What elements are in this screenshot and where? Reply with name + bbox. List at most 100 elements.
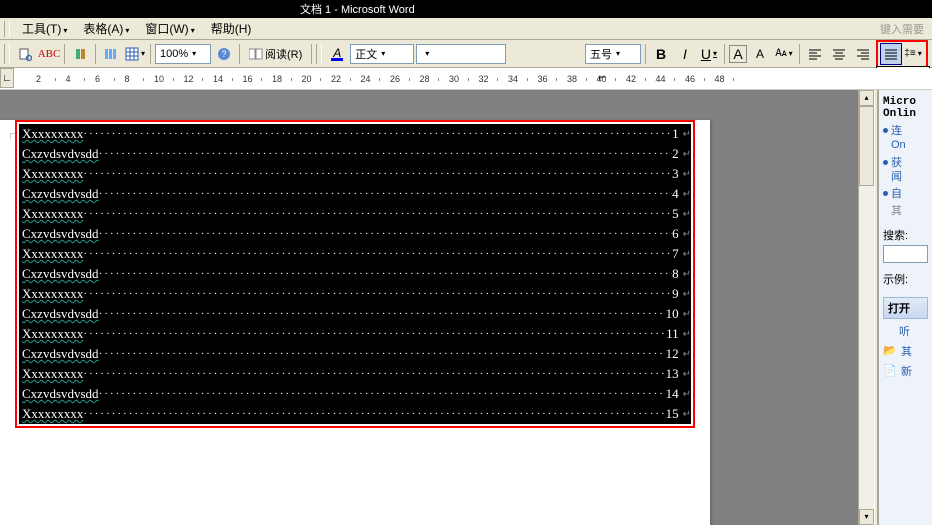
toc-entry-text: Xxxxxxxxx [22, 326, 83, 342]
ruler-number: 26 [390, 74, 400, 84]
toc-line[interactable]: Cxzvdsvdvsdd····························… [19, 224, 691, 244]
align-left-button[interactable] [804, 43, 826, 65]
toc-line[interactable]: Xxxxxxxxx·······························… [19, 364, 691, 384]
tp-open-item-3[interactable]: 新 [901, 363, 912, 379]
search-input[interactable] [883, 245, 928, 263]
tp-link-other[interactable]: 其 [891, 204, 902, 218]
zoom-combo[interactable]: 100%▾ [155, 44, 211, 64]
menu-table[interactable]: 表格(A)▾ [75, 18, 137, 39]
tp-link-connect[interactable]: 连On [891, 124, 906, 153]
ruler-number: 4 [66, 74, 71, 84]
new-doc-icon: 📄 [883, 364, 897, 378]
vertical-scrollbar[interactable]: ▴ ▾ [858, 90, 874, 525]
style-combo[interactable]: 正文▾ [350, 44, 414, 64]
document-area[interactable]: Xxxxxxxxx ·······························… [0, 90, 858, 525]
paragraph-mark-icon: ↵ [681, 309, 691, 320]
toc-page-number: 13 [666, 366, 681, 382]
scroll-up-button[interactable]: ▴ [859, 90, 874, 106]
toc-line[interactable]: Xxxxxxxxx·······························… [19, 244, 691, 264]
horizontal-ruler[interactable]: ∟ 24681012141618202224262830323436384042… [0, 68, 932, 90]
toc-line[interactable]: Cxzvdsvdvsdd····························… [19, 144, 691, 164]
ruler-number: 20 [302, 74, 312, 84]
toc-line[interactable]: Cxzvdsvdvsdd····························… [19, 304, 691, 324]
example-label: 示例: [883, 271, 928, 287]
toc-leader-dots: ········································… [99, 308, 666, 320]
char-shading-button[interactable]: A [749, 44, 771, 64]
italic-button[interactable]: I [674, 43, 696, 65]
toc-entry-text: Cxzvdsvdvsdd [22, 386, 99, 402]
font-style-button[interactable]: A [326, 44, 348, 64]
read-button[interactable]: 阅读(R) [244, 43, 307, 65]
title-text: 文档 1 - Microsoft Word [300, 1, 415, 17]
char-scaling-button[interactable]: 🗛▾ [773, 43, 795, 65]
bullet-icon [883, 128, 888, 133]
size-combo[interactable]: 五号▾ [585, 44, 641, 64]
print-preview-button[interactable] [14, 43, 36, 65]
toc-leader-dots: ········································… [99, 148, 673, 160]
toc-leader-dots: ········································… [99, 388, 666, 400]
toc-line[interactable]: Xxxxxxxxx·······························… [19, 404, 691, 424]
char-border-button[interactable]: A [729, 45, 747, 63]
align-justify-distributed-button[interactable] [880, 43, 902, 65]
toc-leader-dots: ········································… [99, 188, 673, 200]
toc-line[interactable]: Xxxxxxxxx·······························… [19, 164, 691, 184]
scroll-down-button[interactable]: ▾ [859, 509, 874, 525]
columns-button[interactable] [100, 43, 122, 65]
tp-open-item-1[interactable]: 听 [899, 323, 910, 339]
scroll-thumb[interactable] [859, 106, 874, 186]
toc-line[interactable]: Xxxxxxxxx·······························… [19, 324, 691, 344]
ruler-number: 24 [361, 74, 371, 84]
toc-line[interactable]: Cxzvdsvdvsdd····························… [19, 264, 691, 284]
toc-line[interactable]: Xxxxxxxxx·······························… [19, 284, 691, 304]
underline-button[interactable]: U▾ [698, 43, 720, 65]
toolbar-drag-handle[interactable] [4, 44, 10, 64]
ruler-number: 6 [95, 74, 100, 84]
help-button[interactable]: ? [213, 43, 235, 65]
align-right-button[interactable] [852, 43, 874, 65]
toc-line[interactable]: Cxzvdsvdvsdd····························… [19, 344, 691, 364]
paragraph-mark-icon: ↵ [681, 209, 691, 220]
toc-leader-dots: ········································… [99, 268, 673, 280]
line-spacing-button[interactable]: ‡≡▾ [902, 43, 924, 65]
toc-entry-text: Xxxxxxxxx [22, 406, 83, 422]
toc-entry-text: Cxzvdsvdvsdd [22, 186, 99, 202]
selection-highlight: Xxxxxxxxx ·······························… [15, 120, 695, 428]
bold-button[interactable]: B [650, 43, 672, 65]
tp-open-item-2[interactable]: 其 [901, 343, 912, 359]
tab-stop-marker[interactable]: ⌐ [599, 70, 606, 84]
menu-help[interactable]: 帮助(H) [203, 18, 260, 39]
ruler-number: 46 [685, 74, 695, 84]
toc-entry-text: Cxzvdsvdvsdd [22, 306, 99, 322]
menu-tools[interactable]: 工具(T)▾ [14, 18, 75, 39]
menu-window[interactable]: 窗口(W)▾ [137, 18, 202, 39]
paragraph-mark-icon: ↵ [681, 189, 691, 200]
toc-line[interactable]: Xxxxxxxxx·······························… [19, 124, 691, 144]
paragraph-mark-icon: ↵ [681, 329, 691, 340]
tp-link-auto[interactable]: 自 [891, 187, 902, 201]
toc-entry-text: Xxxxxxxxx [22, 166, 83, 182]
ruler-number: 12 [184, 74, 194, 84]
tab-selector[interactable]: ∟ [0, 68, 14, 88]
format-toolbar-drag-handle[interactable] [316, 44, 322, 64]
font-combo[interactable]: ▾ [416, 44, 506, 64]
research-button[interactable] [69, 43, 91, 65]
spellcheck-button[interactable]: ABC [38, 43, 60, 65]
ruler-number: 8 [125, 74, 130, 84]
task-pane: MicroOnlin 连On 获闻 自 其 搜索: 示例: 打开 听 📂其 📄新 [878, 90, 932, 525]
toc-line[interactable]: Xxxxxxxxx·······························… [19, 204, 691, 224]
ruler-number: 2 [36, 74, 41, 84]
ruler-number: 30 [449, 74, 459, 84]
tp-link-news[interactable]: 获闻 [891, 156, 902, 185]
insert-table-button[interactable]: ▾ [124, 43, 146, 65]
menu-drag-handle[interactable] [4, 21, 10, 37]
ruler-number: 16 [243, 74, 253, 84]
align-center-button[interactable] [828, 43, 850, 65]
paragraph-mark-icon: ↵ [681, 149, 691, 160]
toc-line[interactable]: Cxzvdsvdvsdd····························… [19, 384, 691, 404]
paragraph-mark-icon: ↵ [681, 249, 691, 260]
folder-open-icon: 📂 [883, 344, 897, 358]
paragraph-mark-icon: ↵ [681, 169, 691, 180]
help-search-hint[interactable]: 键入需要 [880, 21, 932, 37]
toc-line[interactable]: Cxzvdsvdvsdd····························… [19, 184, 691, 204]
toc-page-number: 6 [672, 226, 681, 242]
